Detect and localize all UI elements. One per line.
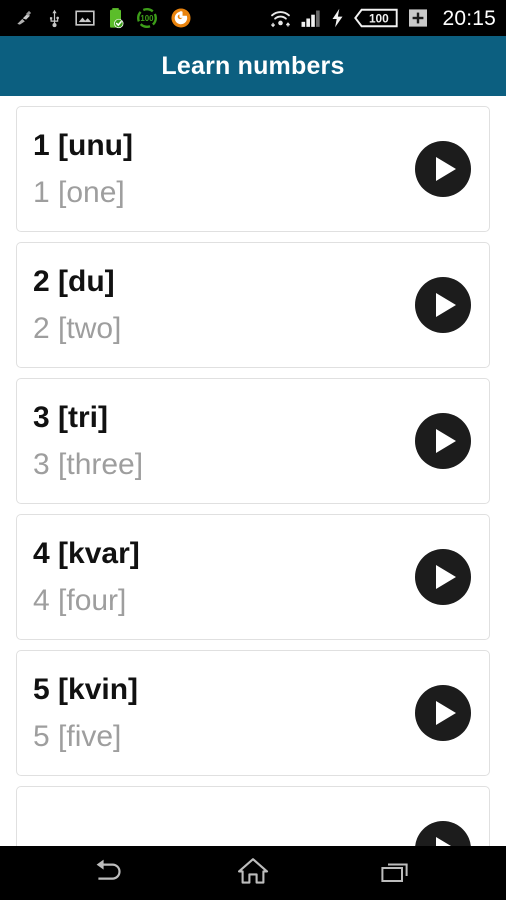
status-bar-right-icons: 100 20:15 — [269, 7, 496, 29]
play-icon[interactable] — [415, 549, 471, 605]
sync-circle-icon — [170, 7, 192, 29]
back-arrow-icon — [94, 858, 128, 889]
status-bar: 100 100 20:15 — [0, 0, 506, 36]
battery-level-icon: 100 — [353, 7, 399, 29]
list-item-secondary: 5 [five] — [33, 719, 122, 753]
status-bar-clock: 20:15 — [442, 6, 496, 30]
list-item-text: 4 [kvar] 4 [four] — [33, 535, 415, 619]
list-item-primary: 2 [du] — [33, 265, 115, 298]
app-bar: Learn numbers — [0, 36, 506, 96]
play-icon[interactable] — [415, 141, 471, 197]
list-item-text — [33, 845, 415, 847]
brush-icon — [14, 8, 34, 28]
list-item-secondary: 3 [three] — [33, 447, 144, 481]
screenshot-image-icon — [75, 9, 95, 27]
list-item-secondary: 2 [two] — [33, 311, 122, 345]
list-item-text: 2 [du] 2 [two] — [33, 263, 415, 347]
svg-text:100: 100 — [369, 11, 389, 25]
list-item[interactable]: 2 [du] 2 [two] — [16, 242, 490, 368]
home-button[interactable] — [218, 846, 288, 900]
cellular-signal-icon — [301, 9, 322, 28]
list-item-secondary: 4 [four] — [33, 583, 127, 617]
play-icon[interactable] — [415, 277, 471, 333]
battery-plus-icon — [408, 7, 428, 29]
numbers-list[interactable]: 1 [unu] 1 [one] 2 [du] 2 [two] 3 [tri] 3… — [0, 96, 506, 846]
list-item-text: 1 [unu] 1 [one] — [33, 127, 415, 211]
phone-screen: 100 100 20:15 Learn numbers 1 [unu] 1 [o… — [0, 0, 506, 900]
page-title: Learn numbers — [161, 51, 345, 80]
list-item-primary: 5 [kvin] — [33, 673, 139, 706]
battery-percent-circle-icon: 100 — [136, 7, 158, 29]
battery-ok-icon — [107, 7, 124, 29]
play-icon[interactable] — [415, 413, 471, 469]
recents-squares-icon — [380, 858, 410, 889]
list-item[interactable]: 3 [tri] 3 [three] — [16, 378, 490, 504]
list-item[interactable]: 1 [unu] 1 [one] — [16, 106, 490, 232]
android-nav-bar — [0, 846, 506, 900]
status-bar-left-icons: 100 — [14, 7, 192, 29]
list-item[interactable]: 4 [kvar] 4 [four] — [16, 514, 490, 640]
list-item-text: 5 [kvin] 5 [five] — [33, 671, 415, 755]
recents-button[interactable] — [360, 846, 430, 900]
back-button[interactable] — [76, 846, 146, 900]
charging-bolt-icon — [331, 8, 344, 28]
home-icon — [237, 857, 269, 890]
list-item[interactable]: 5 [kvin] 5 [five] — [16, 650, 490, 776]
list-item-primary: 1 [unu] — [33, 129, 133, 162]
play-icon[interactable] — [415, 821, 471, 846]
wifi-icon — [269, 8, 292, 28]
list-item-primary: 4 [kvar] — [33, 537, 140, 570]
svg-text:100: 100 — [140, 14, 154, 23]
list-item-text: 3 [tri] 3 [three] — [33, 399, 415, 483]
list-item-primary: 3 [tri] — [33, 401, 108, 434]
play-icon[interactable] — [415, 685, 471, 741]
list-item[interactable] — [16, 786, 490, 846]
usb-icon — [46, 8, 63, 29]
list-item-secondary: 1 [one] — [33, 175, 125, 209]
